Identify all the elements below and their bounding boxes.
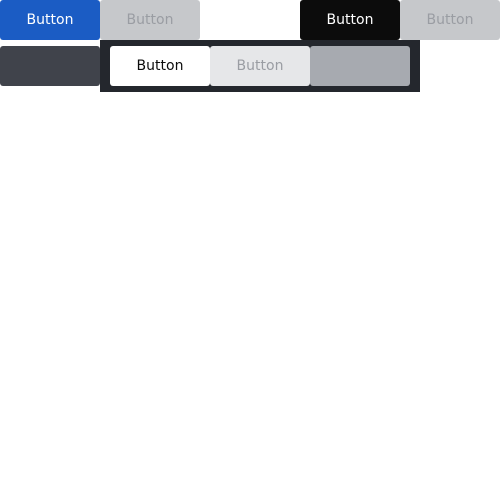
gray-button[interactable] [310,46,410,86]
primary-button-disabled: Button [100,0,200,40]
dark-button-label: Button [326,12,374,28]
dark-button[interactable]: Button [300,0,400,40]
slate-button[interactable] [0,46,100,86]
primary-button-label: Button [26,12,74,28]
light-button[interactable]: Button [110,46,210,86]
dark-button-disabled-label: Button [426,12,474,28]
primary-button-disabled-label: Button [126,12,174,28]
light-button-label: Button [136,58,184,74]
dark-button-disabled: Button [400,0,500,40]
light-button-disabled: Button [210,46,310,86]
primary-button[interactable]: Button [0,0,100,40]
light-button-disabled-label: Button [236,58,284,74]
